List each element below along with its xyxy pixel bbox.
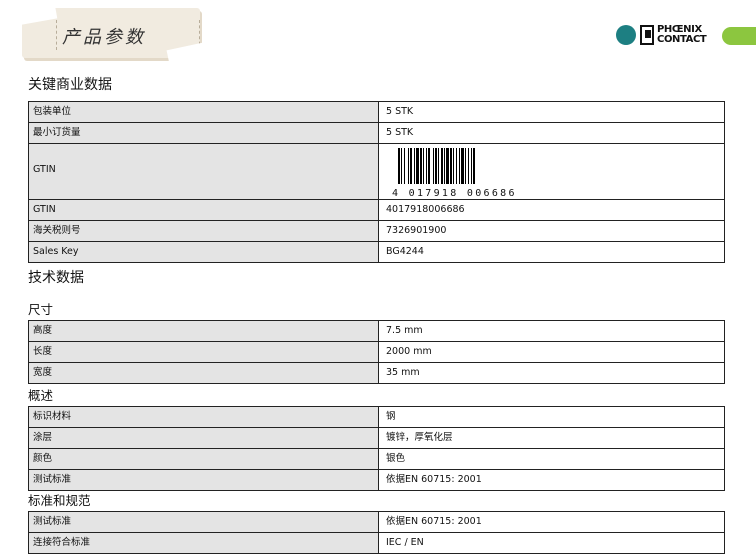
row-value: IEC / EN — [379, 533, 724, 553]
barcode-bar — [438, 148, 439, 188]
barcode-bar — [426, 148, 427, 188]
barcode-digits: 4 017918 006686 — [392, 184, 518, 199]
table-row: 涂层 镀锌，厚氧化层 — [29, 427, 724, 448]
section-title-commercial: 关键商业数据 — [28, 77, 112, 93]
barcode-bar — [398, 148, 400, 188]
dimensions-table: 高度 7.5 mm 长度 2000 mm 宽度 35 mm — [28, 320, 725, 384]
row-value: 钢 — [379, 407, 724, 427]
barcode-bar — [468, 148, 469, 188]
barcode-bar — [435, 148, 437, 188]
row-key: 连接符合标准 — [29, 533, 379, 553]
barcode-bar — [465, 148, 466, 188]
logo-text-line2: CONTACT — [657, 34, 707, 45]
barcode-bar — [416, 148, 419, 188]
subsection-title-standards: 标准和规范 — [28, 493, 91, 508]
barcode-bar — [459, 148, 460, 188]
table-row: 高度 7.5 mm — [29, 321, 724, 341]
row-value: 2000 mm — [379, 342, 724, 362]
barcode-image: 4 017918 006686 — [388, 148, 520, 199]
barcode-bar — [441, 148, 443, 188]
row-value: 5 STK — [379, 123, 724, 143]
barcode-bar — [471, 148, 472, 188]
standards-table: 测试标准 依据EN 60715: 2001 连接符合标准 IEC / EN — [28, 511, 725, 554]
row-value: 7.5 mm — [379, 321, 724, 341]
barcode-bar — [404, 148, 405, 188]
table-row: 测试标准 依据EN 60715: 2001 — [29, 512, 724, 532]
barcode-bar — [444, 148, 445, 188]
row-key: 最小订货量 — [29, 123, 379, 143]
barcode-bar — [401, 148, 402, 188]
section-title-technical: 技术数据 — [28, 270, 84, 286]
table-row: 最小订货量 5 STK — [29, 122, 724, 143]
row-value: BG4244 — [379, 242, 724, 262]
table-row-barcode: GTIN 4 017918 006686 — [29, 143, 724, 199]
row-key: GTIN — [29, 200, 379, 220]
row-value: 银色 — [379, 449, 724, 469]
barcode-bar — [473, 148, 475, 188]
row-key: 标识材料 — [29, 407, 379, 427]
barcode-bar — [428, 148, 430, 188]
row-value: 35 mm — [379, 363, 724, 383]
barcode-bar — [461, 148, 464, 188]
header-banner: 产品参数 — [22, 8, 200, 58]
logo-mark-icon — [640, 25, 654, 45]
barcode-bar — [453, 148, 454, 188]
table-row: 标识材料 钢 — [29, 407, 724, 427]
row-value: 4017918006686 — [379, 200, 724, 220]
barcode-bar — [446, 148, 449, 188]
banner-title: 产品参数 — [62, 27, 146, 48]
row-key: Sales Key — [29, 242, 379, 262]
row-key: 高度 — [29, 321, 379, 341]
barcode-bar — [423, 148, 424, 188]
row-value: 镀锌，厚氧化层 — [379, 428, 724, 448]
logo-dot-icon — [616, 25, 636, 45]
row-key: 长度 — [29, 342, 379, 362]
row-value: 7326901900 — [379, 221, 724, 241]
barcode-bar — [420, 148, 422, 188]
table-row: 颜色 银色 — [29, 448, 724, 469]
table-row: Sales Key BG4244 — [29, 241, 724, 262]
subsection-title-dimensions: 尺寸 — [28, 302, 54, 317]
row-key: 测试标准 — [29, 470, 379, 490]
overview-table: 标识材料 钢 涂层 镀锌，厚氧化层 颜色 银色 测试标准 依据EN 60715:… — [28, 406, 725, 491]
table-row: GTIN 4017918006686 — [29, 199, 724, 220]
row-key: GTIN — [29, 144, 379, 199]
barcode-bar — [414, 148, 415, 188]
table-row: 包装单位 5 STK — [29, 102, 724, 122]
subsection-title-overview: 概述 — [28, 388, 54, 403]
row-value: 5 STK — [379, 102, 724, 122]
row-key: 涂层 — [29, 428, 379, 448]
barcode-bar — [450, 148, 452, 188]
barcode-cell: 4 017918 006686 — [379, 144, 724, 199]
row-key: 包装单位 — [29, 102, 379, 122]
row-value: 依据EN 60715: 2001 — [379, 512, 724, 532]
table-row: 宽度 35 mm — [29, 362, 724, 383]
table-row: 连接符合标准 IEC / EN — [29, 532, 724, 553]
logo-pill-icon — [722, 27, 756, 45]
row-value: 依据EN 60715: 2001 — [379, 470, 724, 490]
table-row: 测试标准 依据EN 60715: 2001 — [29, 469, 724, 490]
barcode-bar — [408, 148, 409, 188]
barcode-bar — [456, 148, 457, 188]
barcode-bar — [433, 148, 434, 188]
row-key: 颜色 — [29, 449, 379, 469]
phoenix-contact-logo: PHŒNIX CONTACT — [616, 24, 756, 48]
table-row: 长度 2000 mm — [29, 341, 724, 362]
row-key: 宽度 — [29, 363, 379, 383]
table-row: 海关税则号 7326901900 — [29, 220, 724, 241]
commercial-table: 包装单位 5 STK 最小订货量 5 STK GTIN 4 017918 006… — [28, 101, 725, 263]
row-key: 海关税则号 — [29, 221, 379, 241]
barcode-bar — [410, 148, 412, 188]
row-key: 测试标准 — [29, 512, 379, 532]
